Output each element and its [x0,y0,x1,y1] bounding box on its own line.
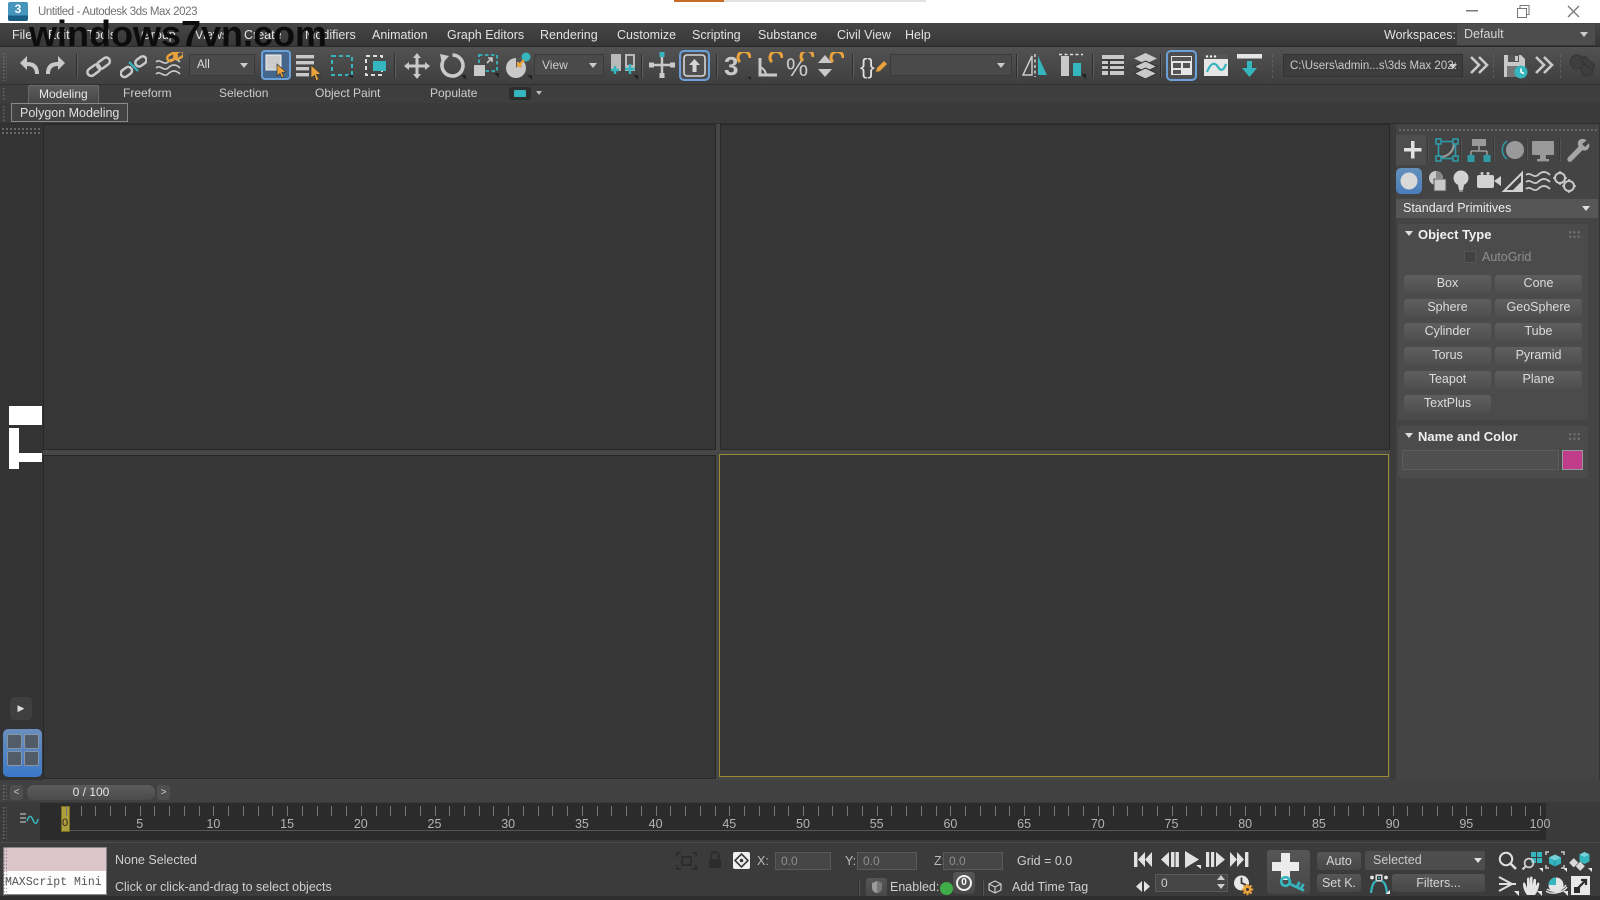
svg-text:{}: {} [860,54,875,79]
svg-text:%: % [786,54,808,80]
svg-text:3: 3 [724,52,738,80]
